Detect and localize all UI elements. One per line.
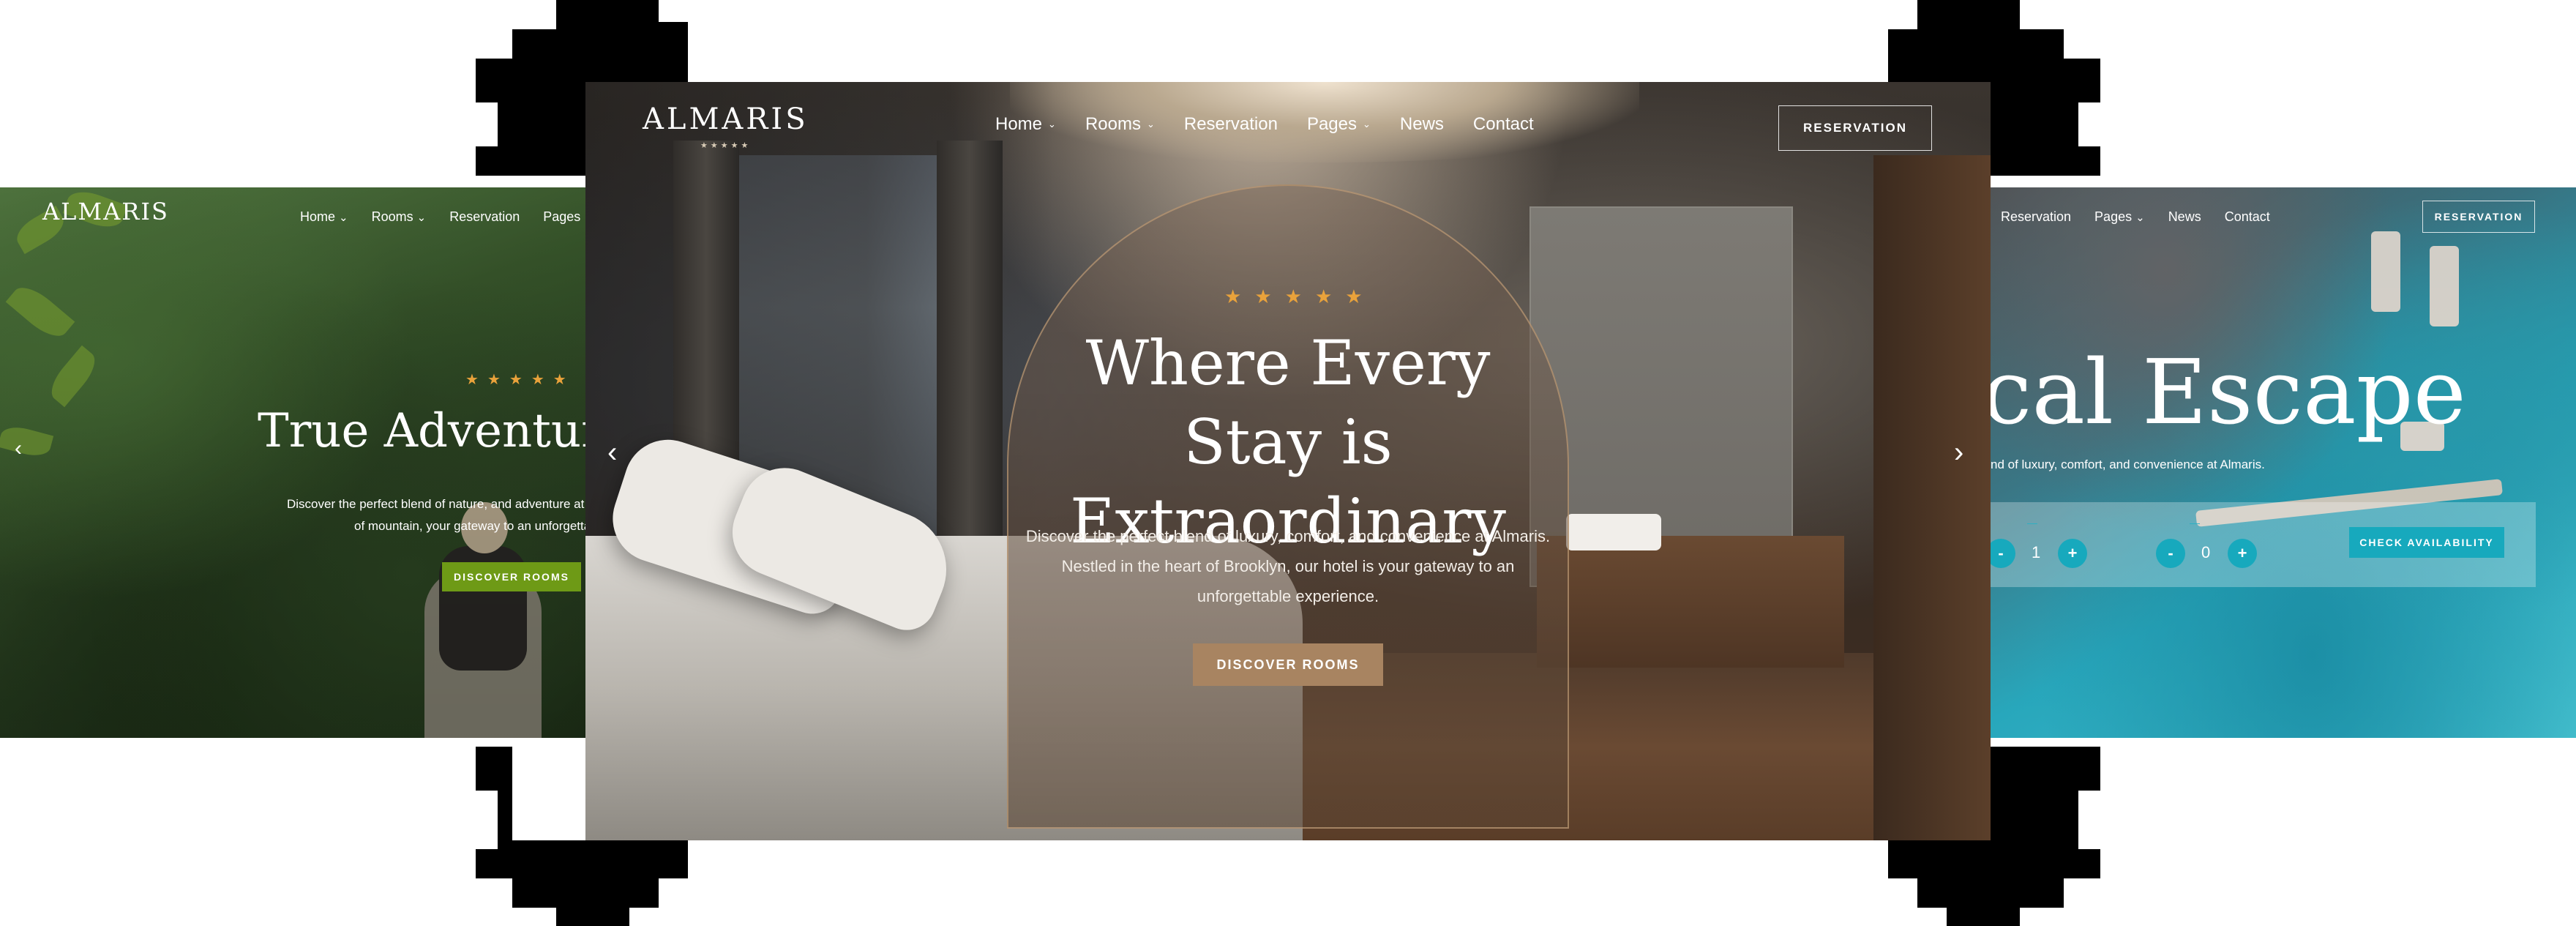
- hero-description: Discover the perfect blend of luxury, co…: [1025, 527, 1551, 605]
- star-icon: ★: [553, 372, 566, 388]
- left-hero-text-line1: Discover the perfect blend of nature, an…: [287, 497, 585, 511]
- booking-bar: — - 1 + — - 0 + CHECK AVAILABILITY: [1986, 502, 2536, 587]
- nav-news[interactable]: News: [1400, 114, 1444, 135]
- curtain: [937, 141, 1003, 550]
- nav-reservation[interactable]: Reservation: [1184, 114, 1278, 135]
- left-chevron-left-icon[interactable]: ‹: [15, 436, 22, 461]
- nav-news-label: News: [1399, 114, 1444, 134]
- left-logo[interactable]: ALMARIS: [42, 198, 169, 225]
- star-icon: ★: [531, 372, 544, 388]
- discover-rooms-button[interactable]: DISCOVER ROOMS: [1193, 643, 1383, 686]
- booking-label: —: [2190, 517, 2200, 529]
- nav-contact[interactable]: Contact: [1473, 114, 1534, 135]
- nav-rooms-label: Rooms: [1085, 114, 1141, 134]
- nav-pages-label: Pages: [1306, 114, 1357, 134]
- right-slide-preview[interactable]: Reservation Pages ⌄ News Contact RESERVA…: [1991, 187, 2576, 738]
- star-icon: ★: [1284, 285, 1302, 307]
- hero-rating-stars: ★ ★ ★ ★ ★: [1224, 285, 1363, 308]
- logo-stars: ★★★★★: [700, 141, 752, 150]
- left-slide-preview[interactable]: ALMARIS Home ⌄ Rooms ⌄ Reservation Pages…: [0, 187, 585, 738]
- left-nav-pages[interactable]: Pages: [543, 209, 580, 225]
- nav-home[interactable]: Home ⌄: [995, 114, 1056, 135]
- cabinet: [1873, 155, 1991, 840]
- decrement-button[interactable]: -: [1986, 539, 2015, 568]
- nav-contact-label: Contact: [1472, 114, 1534, 134]
- right-reservation-button[interactable]: RESERVATION: [2422, 201, 2535, 233]
- chevron-down-icon: ⌄: [1146, 119, 1155, 130]
- sink: [1566, 514, 1661, 550]
- right-hero-text: nd of luxury, comfort, and convenience a…: [1991, 458, 2265, 471]
- booking-label: —: [2027, 517, 2037, 529]
- left-nav: Home ⌄ Rooms ⌄ Reservation Pages: [300, 209, 580, 225]
- right-nav-contact[interactable]: Contact: [2225, 209, 2270, 225]
- star-icon: ★: [509, 372, 523, 388]
- star-icon: ★: [487, 372, 501, 388]
- quantity-value-1: 1: [2032, 543, 2041, 561]
- main-nav: Home ⌄ Rooms ⌄ Reservation Pages ⌄ News Con…: [995, 114, 1534, 135]
- increment-button[interactable]: +: [2058, 539, 2087, 568]
- right-nav-reservation[interactable]: Reservation: [2001, 209, 2071, 225]
- right-nav-pages[interactable]: Pages ⌄: [2094, 209, 2145, 225]
- chevron-right-icon[interactable]: ›: [1954, 436, 1963, 469]
- star-icon: ★: [1224, 285, 1242, 307]
- left-hero-title: True Adventur: [258, 404, 585, 458]
- vanity: [1537, 536, 1844, 668]
- chevron-left-icon[interactable]: ‹: [607, 436, 617, 469]
- left-nav-reservation[interactable]: Reservation: [449, 209, 520, 225]
- star-icon: ★: [465, 372, 479, 388]
- left-hero-text-line2: of mountain, your gateway to an unforget…: [354, 519, 585, 533]
- left-discover-button[interactable]: DISCOVER ROOMS: [442, 562, 581, 591]
- chevron-down-icon: ⌄: [1048, 119, 1056, 130]
- nav-rooms[interactable]: Rooms ⌄: [1085, 114, 1155, 135]
- main-logo[interactable]: ALMARIS: [643, 102, 809, 136]
- check-availability-button[interactable]: CHECK AVAILABILITY: [2349, 527, 2504, 558]
- left-rating-stars: ★ ★ ★ ★ ★: [465, 370, 566, 389]
- nav-home-label: Home: [995, 114, 1043, 134]
- main-hero-slide: ALMARIS ★ ★ ★ ★ ★ Home ⌄ Rooms ⌄ Reservation P…: [585, 82, 1991, 840]
- left-nav-home[interactable]: Home ⌄: [300, 209, 348, 225]
- right-nav: Reservation Pages ⌄ News Contact: [2001, 209, 2270, 225]
- nav-reservation-label: Reservation: [1183, 114, 1278, 134]
- right-nav-news[interactable]: News: [2168, 209, 2201, 225]
- decrement-button[interactable]: -: [2156, 539, 2185, 568]
- increment-button[interactable]: +: [2228, 539, 2257, 568]
- nav-pages[interactable]: Pages ⌄: [1307, 114, 1371, 135]
- star-icon: ★: [1345, 285, 1363, 307]
- star-icon: ★: [1254, 285, 1272, 307]
- right-hero-title: cal Escape: [1991, 340, 2466, 444]
- left-nav-rooms[interactable]: Rooms ⌄: [372, 209, 427, 225]
- hero-title-line1: Where Every Stay is: [1085, 327, 1491, 478]
- reservation-button[interactable]: RESERVATION: [1778, 105, 1932, 151]
- star-icon: ★: [1314, 285, 1333, 307]
- chevron-down-icon: ⌄: [1363, 119, 1371, 130]
- quantity-value-2: 0: [2201, 543, 2211, 561]
